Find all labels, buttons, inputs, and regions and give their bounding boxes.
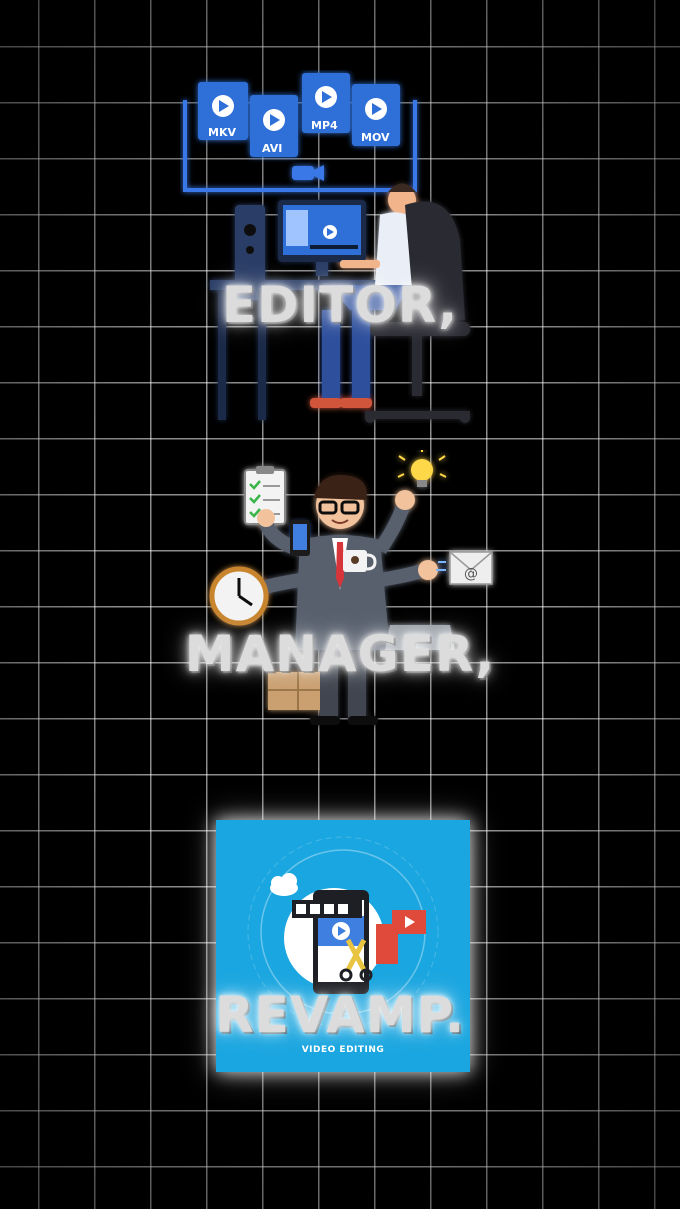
camera-icon — [292, 165, 324, 181]
cloud-icon — [270, 873, 298, 896]
email-at-symbol: @ — [464, 566, 478, 582]
lightbulb-icon — [397, 450, 447, 487]
red-film-icon — [376, 910, 426, 964]
mkv-file-icon: MKV — [198, 82, 248, 140]
editor-illustration: MKV AVI MP4 MOV — [183, 73, 470, 423]
revamp-word: REVAMP. — [215, 986, 465, 1044]
smartphone-icon — [290, 520, 310, 556]
video-editing-caption: VIDEO EDITING — [301, 1045, 385, 1055]
format-label-mov: MOV — [361, 131, 390, 144]
avi-file-icon: AVI — [250, 95, 298, 157]
film-strip-icon — [292, 900, 362, 918]
clock-icon — [209, 566, 269, 626]
manager-word: MANAGER, — [184, 625, 496, 683]
format-label-mp4: MP4 — [311, 119, 338, 132]
manager-illustration: @ — [209, 450, 493, 725]
format-label-avi: AVI — [262, 142, 282, 155]
email-icon: @ — [436, 551, 493, 585]
mp4-file-icon: MP4 — [302, 73, 350, 133]
editor-word: EDITOR, — [221, 276, 459, 334]
mov-file-icon: MOV — [352, 84, 400, 146]
format-label-mkv: MKV — [208, 126, 236, 139]
